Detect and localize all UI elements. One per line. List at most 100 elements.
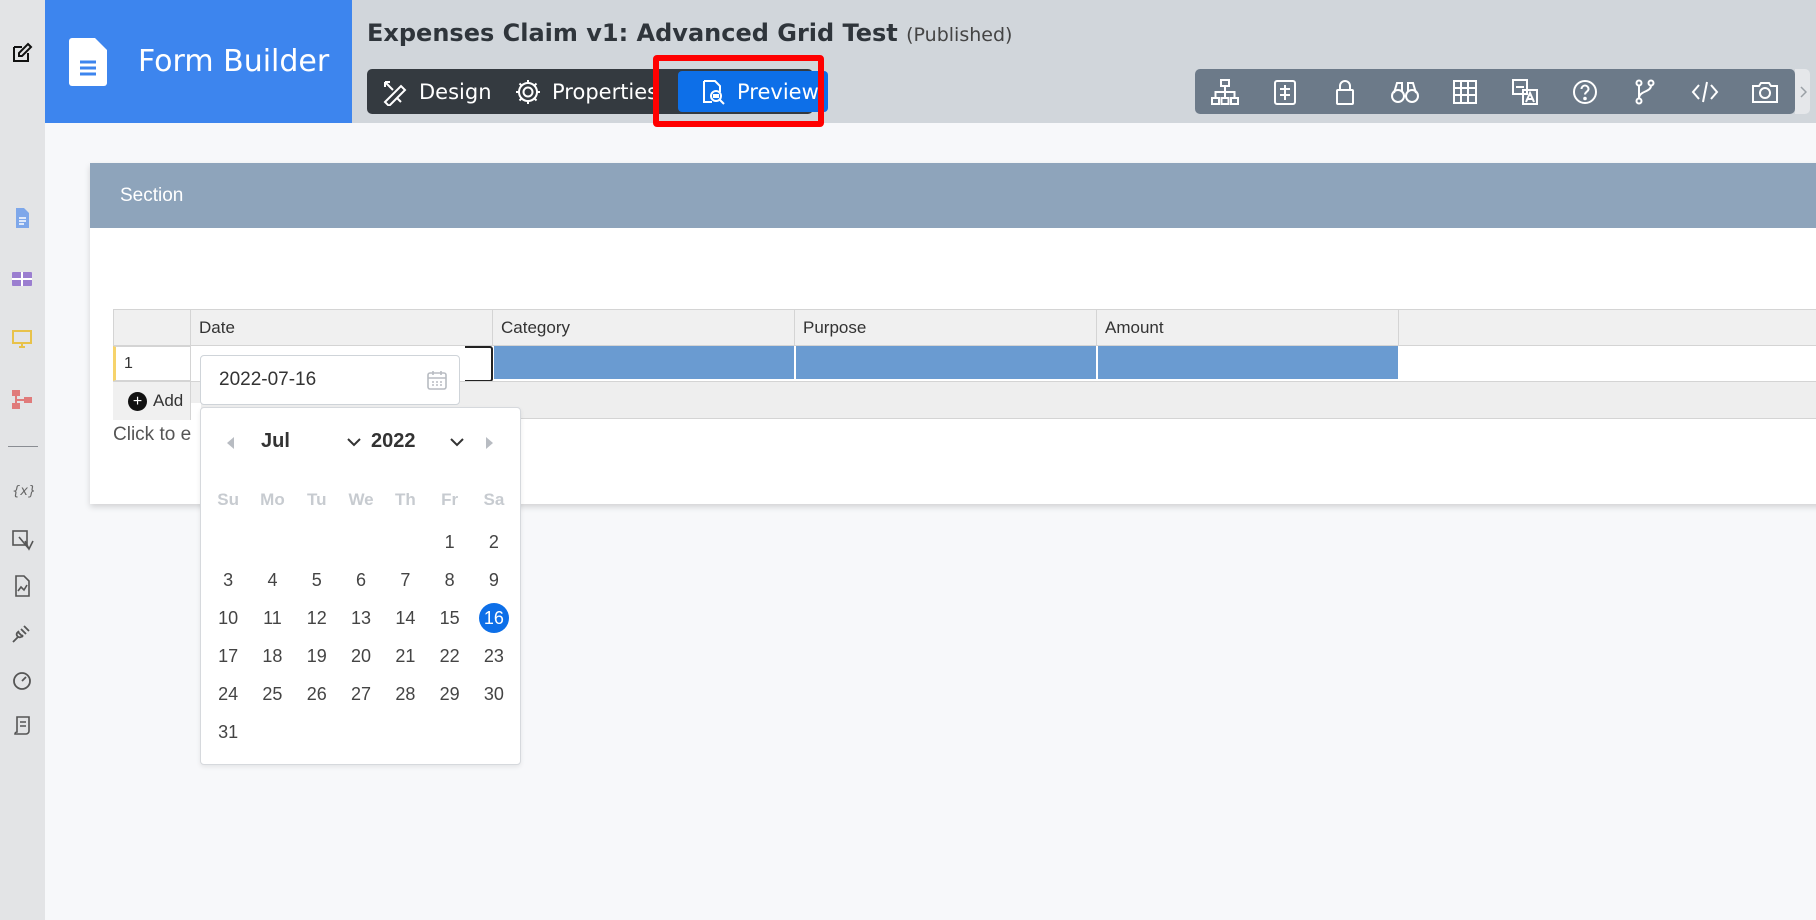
workflow-icon[interactable] (9, 386, 35, 412)
table-icon[interactable] (1435, 69, 1495, 114)
day-cell[interactable]: 23 (472, 637, 516, 675)
weekday-label: Th (394, 490, 416, 509)
year-label: 2022 (371, 430, 416, 452)
binoculars-icon[interactable] (1375, 69, 1435, 114)
help-icon[interactable] (1555, 69, 1615, 114)
day-cell[interactable]: 18 (250, 637, 294, 675)
empty-day-cell (383, 523, 427, 561)
chevron-right-icon (1799, 85, 1807, 98)
chevron-down-icon (347, 437, 361, 446)
day-cell[interactable]: 25 (250, 675, 294, 713)
day-cell[interactable]: 14 (383, 599, 427, 637)
day-cell[interactable]: 3 (206, 561, 250, 599)
weekday-label: Su (217, 490, 240, 509)
triangle-right-icon (486, 437, 493, 449)
day-cell[interactable]: 27 (339, 675, 383, 713)
day-cell[interactable]: 29 (427, 675, 471, 713)
weekday-label: Tu (306, 490, 327, 509)
day-cell[interactable]: 12 (295, 599, 339, 637)
empty-day-cell (339, 523, 383, 561)
code-icon[interactable] (1675, 69, 1735, 114)
section-header: Section (90, 163, 1816, 228)
next-month-button[interactable] (485, 436, 495, 453)
empty-day-cell (295, 523, 339, 561)
day-cell[interactable]: 28 (383, 675, 427, 713)
selected-day[interactable]: 16 (472, 599, 516, 637)
day-cell[interactable]: 8 (427, 561, 471, 599)
day-cell[interactable]: 30 (472, 675, 516, 713)
grid-layout-icon[interactable] (9, 266, 35, 292)
toolbar-scroll-right[interactable] (1795, 69, 1810, 114)
dashboard-icon[interactable] (9, 667, 35, 693)
plug-icon[interactable] (9, 620, 35, 646)
translate-tool-icon[interactable] (1495, 69, 1555, 114)
date-cell-editor[interactable] (465, 346, 493, 382)
calendar-icon[interactable] (425, 368, 449, 392)
brand-header: Form Builder (45, 0, 352, 123)
day-cell[interactable]: 4 (250, 561, 294, 599)
lock-icon[interactable] (1315, 69, 1375, 114)
grid-header-amount[interactable]: Amount (1097, 309, 1399, 346)
grid-header-date[interactable]: Date (191, 309, 493, 346)
purpose-cell[interactable] (796, 346, 1097, 379)
design-tools-icon (383, 80, 407, 106)
variable-icon[interactable]: {x} (9, 477, 35, 503)
chevron-down-icon (450, 437, 464, 446)
add-row-button[interactable]: + Add (113, 382, 191, 420)
gear-icon (516, 79, 540, 104)
svg-text:{x}: {x} (12, 484, 34, 499)
date-input[interactable]: 2022-07-16 (200, 355, 460, 405)
triangle-left-icon (227, 437, 234, 449)
grid-header-filler (1399, 309, 1816, 346)
day-cell[interactable]: 20 (339, 637, 383, 675)
left-rail: {x} (0, 0, 45, 920)
weekday-label: We (348, 490, 374, 509)
day-cell[interactable]: 5 (295, 561, 339, 599)
camera-icon[interactable] (1735, 69, 1795, 114)
year-select[interactable]: 2022 (371, 430, 464, 453)
report-icon[interactable] (9, 573, 35, 599)
translate-icon[interactable] (9, 527, 35, 553)
day-cell[interactable]: 21 (383, 637, 427, 675)
design-mode-button[interactable]: Design (381, 69, 492, 114)
day-cell[interactable]: 31 (206, 713, 250, 751)
weekday-label: Fr (441, 490, 459, 509)
month-label: Jul (261, 430, 290, 452)
grid-header-purpose[interactable]: Purpose (795, 309, 1097, 346)
document-icon[interactable] (9, 205, 35, 231)
weekday-header: Su Mo Tu We Th Fr Sa (201, 490, 522, 510)
day-cell[interactable]: 2 (472, 523, 516, 561)
tools-toolbar (1195, 69, 1795, 114)
grid-header-category[interactable]: Category (493, 309, 795, 346)
rules-icon[interactable] (1255, 69, 1315, 114)
edit-icon[interactable] (5, 36, 39, 70)
day-cell[interactable]: 15 (427, 599, 471, 637)
day-cell[interactable]: 10 (206, 599, 250, 637)
day-cell[interactable]: 26 (295, 675, 339, 713)
sitemap-icon[interactable] (1195, 69, 1255, 114)
branch-icon[interactable] (1615, 69, 1675, 114)
day-cell[interactable]: 22 (427, 637, 471, 675)
grid-row-number[interactable]: 1 (113, 346, 191, 381)
weekday-label: Sa (483, 490, 505, 509)
day-cell[interactable]: 7 (383, 561, 427, 599)
day-cell[interactable]: 24 (206, 675, 250, 713)
day-cell[interactable]: 17 (206, 637, 250, 675)
add-row-label: Add (153, 391, 184, 410)
weekday-label: Mo (260, 490, 285, 509)
script-icon[interactable] (9, 713, 35, 739)
day-cell[interactable]: 19 (295, 637, 339, 675)
category-cell[interactable] (494, 346, 795, 379)
date-input-value: 2022-07-16 (219, 369, 317, 390)
day-cell[interactable]: 13 (339, 599, 383, 637)
day-cell[interactable]: 6 (339, 561, 383, 599)
monitor-icon[interactable] (9, 326, 35, 352)
plus-circle-icon: + (128, 391, 147, 411)
prev-month-button[interactable] (225, 436, 235, 453)
amount-cell[interactable] (1098, 346, 1399, 379)
properties-mode-button[interactable]: Properties (514, 69, 658, 114)
day-cell[interactable]: 1 (427, 523, 471, 561)
day-cell[interactable]: 11 (250, 599, 294, 637)
month-select[interactable]: Jul (261, 430, 361, 453)
day-cell[interactable]: 9 (472, 561, 516, 599)
